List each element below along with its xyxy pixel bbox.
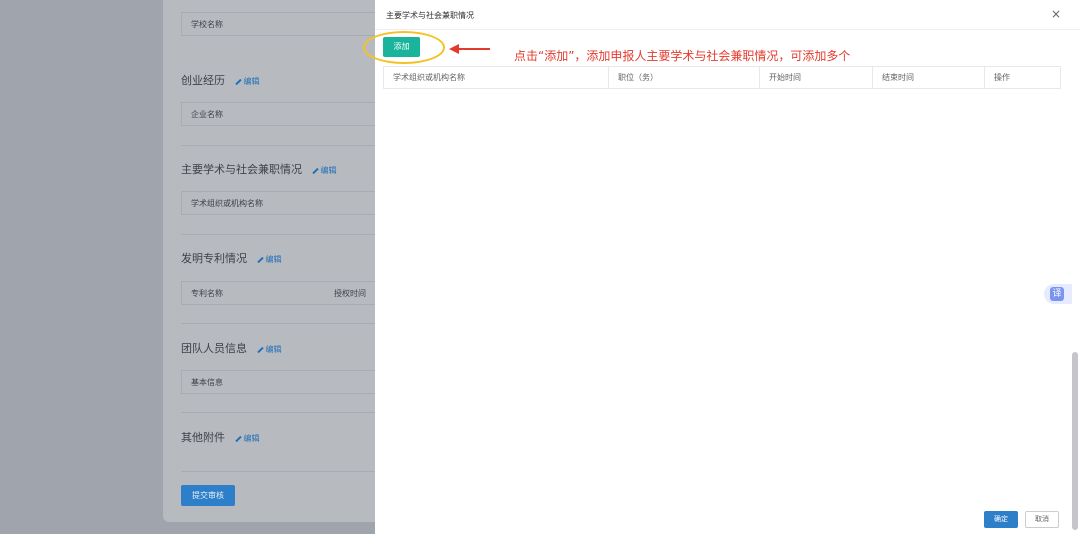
section-title-patent: 发明专利情况 编辑 xyxy=(181,252,282,265)
translate-icon: 译 xyxy=(1050,287,1064,301)
edit-link-patent[interactable]: 编辑 xyxy=(256,255,282,264)
translate-float-button[interactable]: 译 xyxy=(1044,284,1072,304)
divider xyxy=(375,29,1080,30)
pencil-icon xyxy=(256,256,264,263)
divider xyxy=(181,323,381,324)
school-name-label: 学校名称 xyxy=(191,20,223,29)
table-header-start: 开始时间 xyxy=(760,67,873,88)
section-title-startup: 创业经历 编辑 xyxy=(181,74,260,87)
pencil-icon xyxy=(256,346,264,353)
divider xyxy=(181,234,381,235)
startup-box: 企业名称 xyxy=(181,102,381,126)
academic-table: 学术组织或机构名称 职位（务） 开始时间 结束时间 操作 xyxy=(383,66,1061,89)
edit-link-attachments[interactable]: 编辑 xyxy=(234,434,260,443)
section-title-team: 团队人员信息 编辑 xyxy=(181,342,282,355)
submit-review-button[interactable]: 提交审核 xyxy=(181,485,235,506)
annotation-text: 点击“添加”，添加申报人主要学术与社会兼职情况，可添加多个 xyxy=(514,49,851,63)
pencil-icon xyxy=(311,167,319,174)
academic-drawer: 主要学术与社会兼职情况 × 添加 点击“添加”，添加申报人主要学术与社会兼职情况… xyxy=(363,0,1080,534)
table-header-position: 职位（务） xyxy=(609,67,760,88)
cancel-button[interactable]: 取消 xyxy=(1025,511,1059,528)
academic-box: 学术组织或机构名称 xyxy=(181,191,381,215)
divider xyxy=(181,412,381,413)
divider xyxy=(181,471,381,472)
confirm-button[interactable]: 确定 xyxy=(984,511,1018,528)
table-header-org: 学术组织或机构名称 xyxy=(384,67,609,88)
arrow-line xyxy=(458,48,490,50)
team-box: 基本信息 xyxy=(181,370,381,394)
scrollbar[interactable] xyxy=(1072,352,1078,530)
patent-box: 专利名称 授权时间 xyxy=(181,281,381,305)
pencil-icon xyxy=(234,435,242,442)
section-title-academic: 主要学术与社会兼职情况 编辑 xyxy=(181,163,337,176)
edit-link-academic[interactable]: 编辑 xyxy=(311,166,337,175)
school-name-box: 学校名称 xyxy=(181,12,381,36)
section-title-attachments: 其他附件 编辑 xyxy=(181,431,260,444)
edit-link-startup[interactable]: 编辑 xyxy=(234,77,260,86)
close-icon[interactable]: × xyxy=(1051,7,1061,21)
divider xyxy=(181,145,381,146)
table-header-actions: 操作 xyxy=(994,73,1010,82)
add-button[interactable]: 添加 xyxy=(383,37,420,57)
drawer-title: 主要学术与社会兼职情况 xyxy=(386,11,474,20)
pencil-icon xyxy=(234,78,242,85)
edit-link-team[interactable]: 编辑 xyxy=(256,345,282,354)
table-header-end: 结束时间 xyxy=(873,67,985,88)
